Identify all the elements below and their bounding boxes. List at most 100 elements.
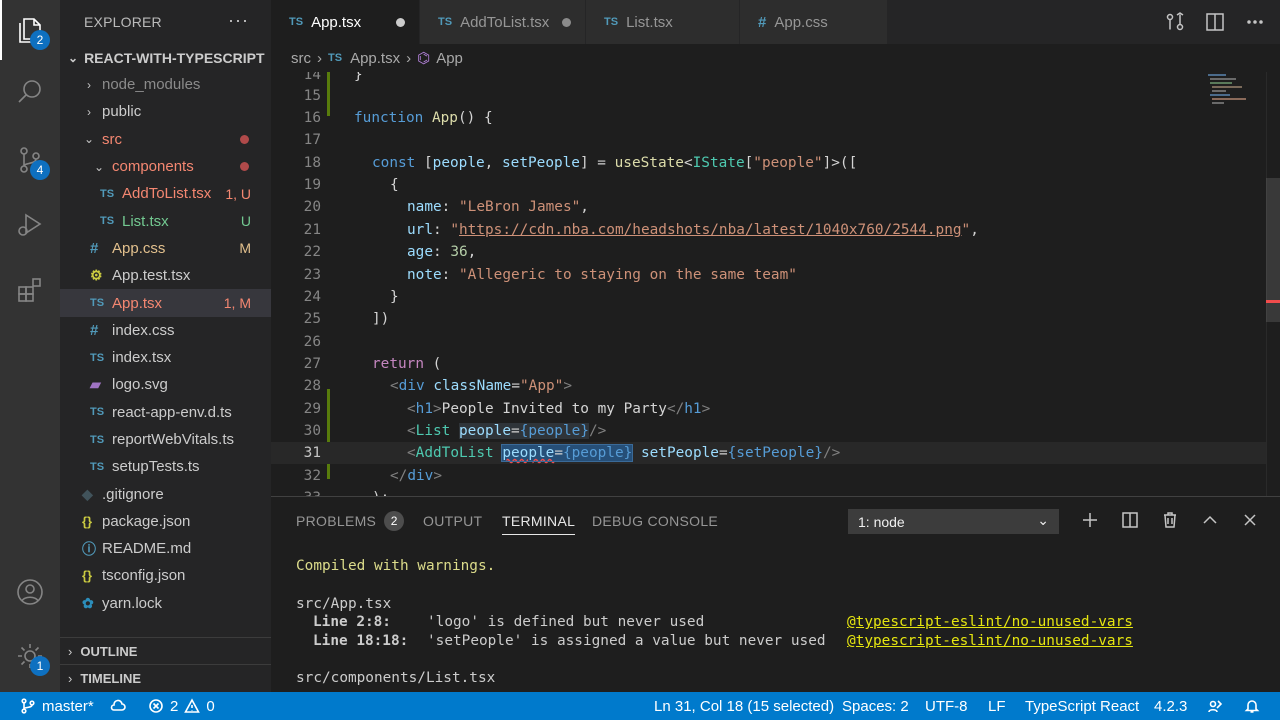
- problems-status[interactable]: 2 0: [148, 692, 215, 720]
- url-link[interactable]: https://cdn.nba.com/headshots/nba/latest…: [459, 222, 962, 238]
- cursor-position[interactable]: Ln 31, Col 18 (15 selected): [654, 692, 834, 720]
- notifications-status[interactable]: [1244, 692, 1260, 720]
- code-text: note: "Allegeric to staying on the same …: [407, 264, 797, 286]
- trash-icon[interactable]: [1160, 510, 1180, 530]
- explorer-activity-button[interactable]: 2: [0, 0, 60, 60]
- terminal-line: src/components/List.tsx: [296, 670, 496, 686]
- open-changes-icon[interactable]: [1164, 11, 1186, 33]
- run-debug-activity-button[interactable]: [0, 194, 60, 254]
- tree-item-node-modules[interactable]: › node_modules: [60, 71, 271, 98]
- plus-icon[interactable]: [1080, 510, 1100, 530]
- tree-item-label: package.json: [102, 512, 191, 530]
- tree-item-tsconfig[interactable]: {} tsconfig.json: [60, 562, 271, 589]
- tab-terminal[interactable]: TERMINAL: [502, 497, 576, 545]
- eslint-rule-link[interactable]: @typescript-eslint/no-unused-vars: [847, 633, 1133, 649]
- project-folder[interactable]: ⌄ REACT-WITH-TYPESCRIPT: [60, 44, 271, 71]
- line-number: 33: [271, 487, 321, 496]
- project-name: REACT-WITH-TYPESCRIPT: [84, 49, 265, 66]
- tree-item-label: List.tsx: [122, 212, 169, 230]
- code-line: 25]): [271, 308, 1271, 330]
- code-editor[interactable]: 14} 15 16 function App() { 17 18 const [pe…: [271, 72, 1280, 496]
- unsaved-dot-icon[interactable]: [396, 17, 405, 27]
- breadcrumb-folder[interactable]: src: [291, 50, 311, 67]
- tab-app-css[interactable]: # App.css: [740, 0, 888, 44]
- tree-item-label: index.tsx: [112, 349, 172, 367]
- file-status: 1, M: [223, 295, 251, 312]
- tab-problems[interactable]: PROBLEMS 2: [296, 497, 405, 545]
- close-icon[interactable]: [1240, 510, 1260, 530]
- search-activity-button[interactable]: [0, 62, 60, 122]
- tree-item-logo-svg[interactable]: ▰ logo.svg: [60, 371, 271, 398]
- code-token: =: [554, 445, 563, 461]
- tab-addtolist-tsx[interactable]: TS AddToList.tsx: [420, 0, 586, 44]
- run-debug-icon: [18, 213, 42, 236]
- tree-item-yarn-lock[interactable]: ✿ yarn.lock: [60, 590, 271, 617]
- tree-item-report-web-vitals[interactable]: TS reportWebVitals.ts: [60, 426, 271, 453]
- eslint-rule-link[interactable]: @typescript-eslint/no-unused-vars: [847, 614, 1133, 630]
- line-number: 29: [303, 401, 321, 417]
- code-token: ": [450, 222, 460, 238]
- breadcrumb-symbol[interactable]: App: [436, 50, 463, 67]
- typescript-version[interactable]: 4.2.3: [1154, 692, 1187, 720]
- tree-item-list[interactable]: TS List.tsx U: [60, 207, 271, 234]
- panel-actions: [1080, 510, 1260, 530]
- tree-item-index-tsx[interactable]: TS index.tsx: [60, 344, 271, 371]
- tab-app-tsx[interactable]: TS App.tsx: [271, 0, 420, 44]
- encoding-status[interactable]: UTF-8: [925, 692, 968, 720]
- manage-activity-button[interactable]: 1: [0, 626, 60, 686]
- tree-item-package-json[interactable]: {} package.json: [60, 508, 271, 535]
- warning-location: Line 2:8:: [313, 614, 391, 630]
- tree-item-app-tsx[interactable]: TS App.tsx 1, M: [60, 289, 271, 317]
- line-number: 25: [303, 311, 321, 327]
- tree-item-src[interactable]: ⌄ src: [60, 126, 271, 153]
- source-control-activity-button[interactable]: 4: [0, 130, 60, 190]
- tab-output[interactable]: OUTPUT: [423, 497, 482, 545]
- code-token: ,: [467, 244, 477, 260]
- outline-section[interactable]: › OUTLINE: [60, 637, 271, 664]
- tree-item-gitignore[interactable]: ◆ .gitignore: [60, 480, 271, 507]
- code-token: <: [407, 445, 416, 461]
- feedback-status[interactable]: [1207, 692, 1223, 720]
- split-editor-icon[interactable]: [1204, 11, 1226, 33]
- more-actions-icon[interactable]: ···: [228, 10, 249, 31]
- code-token: const: [372, 155, 416, 171]
- tree-item-react-app-env[interactable]: TS react-app-env.d.ts: [60, 399, 271, 426]
- code-token: className: [433, 378, 512, 394]
- tree-item-components[interactable]: ⌄ components: [60, 153, 271, 180]
- tree-item-readme[interactable]: ⓘ README.md: [60, 535, 271, 562]
- tab-label: AddToList.tsx: [460, 13, 550, 31]
- tree-item-public[interactable]: › public: [60, 98, 271, 125]
- chevron-up-icon[interactable]: [1200, 510, 1220, 530]
- timeline-section[interactable]: › TIMELINE: [60, 664, 271, 691]
- code-token: >: [433, 468, 442, 484]
- more-actions-icon[interactable]: [1244, 11, 1266, 33]
- warning-message: 'setPeople' is assigned a value but neve…: [427, 633, 826, 649]
- code-token: [: [424, 155, 433, 171]
- tab-debug-console[interactable]: DEBUG CONSOLE: [592, 497, 718, 545]
- tree-item-app-test[interactable]: ⚙ App.test.tsx: [60, 262, 271, 289]
- split-terminal-icon[interactable]: [1120, 510, 1140, 530]
- code-token: div: [407, 468, 434, 484]
- tree-item-app-css[interactable]: # App.css M: [60, 235, 271, 262]
- typescript-file-icon: TS: [90, 406, 105, 419]
- breadcrumb-file[interactable]: App.tsx: [350, 50, 400, 67]
- editor-scrollbar[interactable]: [1266, 72, 1280, 496]
- tree-item-setup-tests[interactable]: TS setupTests.ts: [60, 453, 271, 480]
- branch-status[interactable]: master*: [20, 692, 94, 720]
- unsaved-dot-icon[interactable]: [562, 17, 571, 27]
- line-number: 30: [303, 423, 321, 439]
- tree-item-addtolist[interactable]: TS AddToList.tsx 1, U: [60, 180, 271, 207]
- language-mode[interactable]: TypeScript React: [1025, 692, 1139, 720]
- tree-item-index-css[interactable]: # index.css: [60, 317, 271, 344]
- minimap[interactable]: [1206, 72, 1266, 496]
- terminal-select[interactable]: 1: node ⌄: [848, 509, 1059, 534]
- accounts-activity-button[interactable]: [0, 562, 60, 622]
- code-token: App: [431, 110, 458, 126]
- eol-status[interactable]: LF: [988, 692, 1006, 720]
- indentation-status[interactable]: Spaces: 2: [842, 692, 909, 720]
- line-number: 31: [303, 445, 321, 461]
- code-token: ,: [580, 199, 589, 215]
- tab-list-tsx[interactable]: TS List.tsx: [586, 0, 740, 44]
- extensions-activity-button[interactable]: [0, 260, 60, 320]
- sync-status[interactable]: [110, 692, 126, 720]
